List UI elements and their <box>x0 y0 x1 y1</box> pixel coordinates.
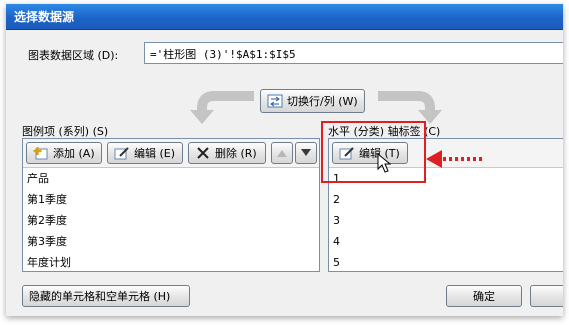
list-item[interactable]: 3 <box>329 210 563 231</box>
edit-series-label: 编辑 (E) <box>134 147 176 160</box>
legend-entries-header: 图例项 (系列) (S) <box>22 125 109 138</box>
cancel-button[interactable] <box>530 285 563 307</box>
right-curved-arrow-icon <box>378 91 442 124</box>
axis-labels-list: 1 2 3 4 5 <box>329 168 563 273</box>
left-curved-arrow-icon <box>190 91 254 124</box>
add-series-button[interactable]: ✚ 添加 (A) <box>26 142 102 164</box>
switch-row-column-label: 切换行/列 (W) <box>287 95 358 108</box>
edit-icon <box>339 146 355 160</box>
edit-axis-labels-button[interactable]: 编辑 (T) <box>332 142 408 164</box>
list-item[interactable]: 产品 <box>23 168 319 189</box>
edit-series-button[interactable]: 编辑 (E) <box>107 142 183 164</box>
move-down-icon <box>301 147 311 160</box>
edit-icon <box>114 146 130 160</box>
move-up-icon <box>277 147 287 160</box>
add-series-label: 添加 (A) <box>53 147 95 160</box>
list-item[interactable]: 5 <box>329 252 563 273</box>
hidden-cells-button[interactable]: 隐藏的单元格和空单元格 (H) <box>22 285 190 307</box>
delete-series-button[interactable]: 删除 (R) <box>188 142 266 164</box>
delete-series-label: 删除 (R) <box>215 147 257 160</box>
chart-range-label: 图表数据区域 (D): <box>28 49 119 62</box>
list-item[interactable]: 第1季度 <box>23 189 319 210</box>
list-item[interactable]: 第2季度 <box>23 210 319 231</box>
ok-button[interactable]: 确定 <box>446 285 522 307</box>
chart-range-input[interactable]: ='柱形图 (3)'!$A$1:$I$5 <box>144 42 563 64</box>
axis-labels-header: 水平 (分类) 轴标签 (C) <box>328 125 441 138</box>
dialog-title: 选择数据源 <box>6 4 563 30</box>
switch-row-column-button[interactable]: 切换行/列 (W) <box>260 89 365 113</box>
list-item[interactable]: 第3季度 <box>23 231 319 252</box>
svg-text:✚: ✚ <box>33 146 42 158</box>
list-item[interactable]: 4 <box>329 231 563 252</box>
move-up-button[interactable] <box>271 142 293 164</box>
move-down-button[interactable] <box>295 142 317 164</box>
dialog-window: 选择数据源 图表数据区域 (D): ='柱形图 (3)'!$A$1:$I$5 切… <box>6 4 563 316</box>
list-item[interactable]: 1 <box>329 168 563 189</box>
ok-label: 确定 <box>473 290 495 303</box>
swap-icon <box>267 94 283 108</box>
list-item[interactable]: 年度计划 <box>23 252 319 273</box>
hidden-cells-label: 隐藏的单元格和空单元格 (H) <box>29 290 171 303</box>
annotation-arrow-icon <box>426 150 482 168</box>
list-item[interactable]: 2 <box>329 189 563 210</box>
add-icon: ✚ <box>33 145 49 160</box>
delete-icon <box>195 146 211 160</box>
legend-toolbar: ✚ 添加 (A) 编辑 (E) 删除 (R) <box>23 139 319 168</box>
legend-series-list: 产品 第1季度 第2季度 第3季度 年度计划 <box>23 168 319 273</box>
legend-series-panel: ✚ 添加 (A) 编辑 (E) 删除 (R) 产品 第1季度 第2季度 第3季度… <box>22 138 320 272</box>
